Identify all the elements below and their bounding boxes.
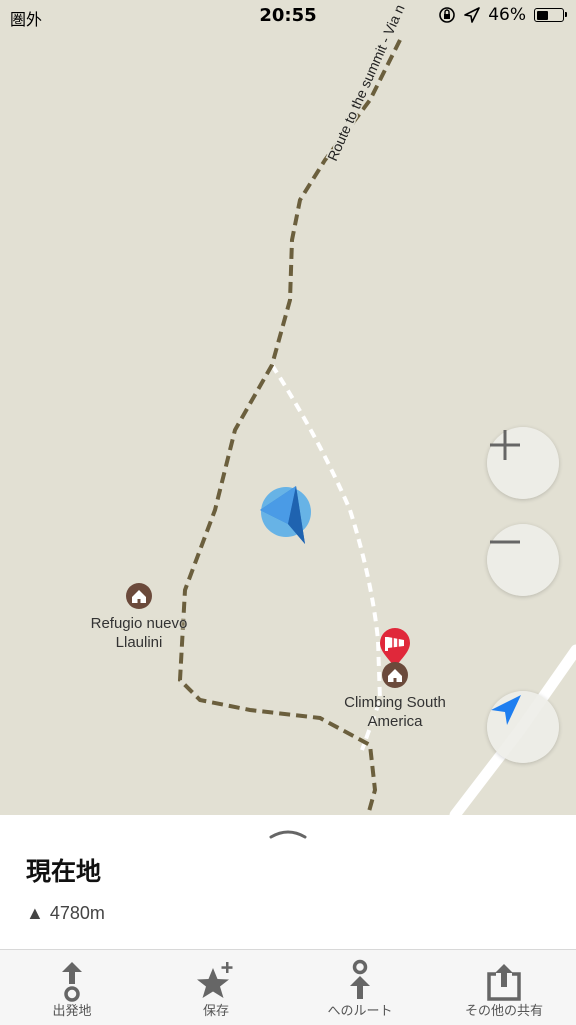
poi-name-line1: Climbing South [344,694,446,711]
hut-icon[interactable] [126,583,152,609]
status-bar: 圏外 20:55 46% [0,0,576,34]
locate-me-button[interactable] [487,691,559,763]
tab-label: 保存 [202,1004,229,1019]
star-add-icon [197,962,233,998]
battery-level [536,10,548,20]
poi-name-line2: Llaulini [115,634,163,651]
start-point-icon [62,962,82,1002]
sheet-title: 現在地 [26,857,102,886]
battery-icon [534,8,567,22]
rotation-lock-icon [439,7,456,23]
zoom-out-button[interactable] [487,524,559,596]
tab-label: へのルート [327,1004,393,1019]
map-view[interactable]: Route to the summit - Via n Refugio nuev… [0,0,576,815]
navigation-arrow-icon [491,695,521,725]
tab-label: 出発地 [52,1004,92,1019]
plus-icon [490,430,520,460]
current-location-marker [260,486,311,544]
chevron-up-icon[interactable] [268,825,308,841]
share-icon [487,964,521,1001]
tab-save[interactable]: 保存 [144,950,288,1025]
elevation-value: 4780m [49,903,105,923]
elevation-row: ▲ 4780m [26,903,105,924]
battery-percent: 46% [488,5,526,25]
location-arrow-icon [464,7,481,23]
poi-label-climbing: Climbing South America [330,693,460,731]
zoom-in-button[interactable] [487,427,559,499]
route-to-icon [350,959,370,999]
tab-label: その他の共有 [464,1004,543,1019]
tab-route-to[interactable]: へのルート [288,950,432,1025]
poi-name-line2: America [367,713,423,730]
bottom-tab-bar: 出発地 保存 へのルート その他の共有 [0,949,576,1025]
hut-icon[interactable] [382,662,408,688]
tab-start-point[interactable]: 出発地 [0,950,144,1025]
status-right-group: 46% [438,5,567,25]
poi-label-refugio: Refugio nuevo Llaulini [74,614,204,652]
poi-name-line1: Refugio nuevo [90,615,188,632]
elevation-triangle-icon: ▲ [26,903,44,923]
minus-icon [490,540,520,544]
tab-share[interactable]: その他の共有 [432,950,576,1025]
